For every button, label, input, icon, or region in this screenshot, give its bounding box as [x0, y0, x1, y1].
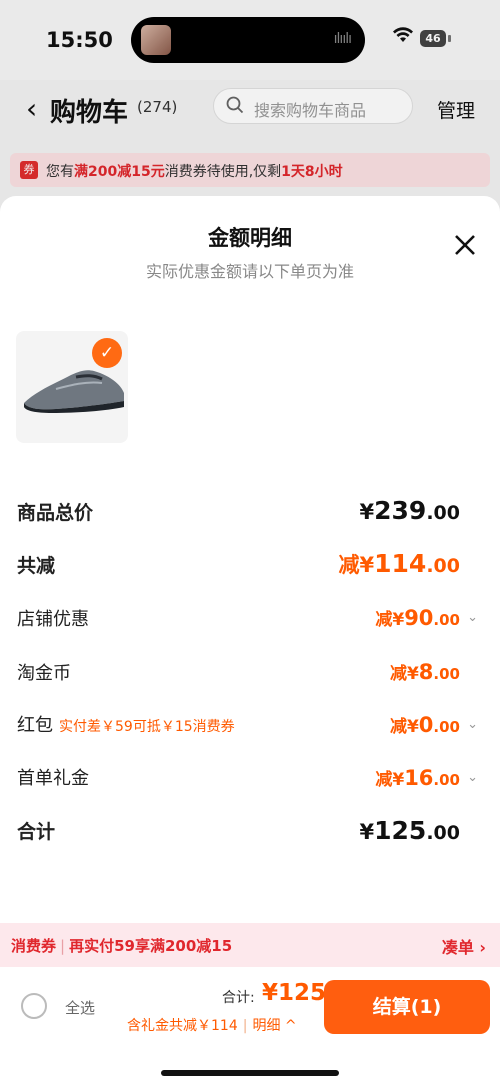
row-label-red-packet: 红包 实付差￥59可抵￥15消费券 [17, 715, 235, 736]
checkout-bar: 全选 合计: ¥125 含礼金共减￥114 | 明细 ^ 结算(1) [0, 967, 500, 1087]
row-amount-first-order[interactable]: 减¥16.00 [375, 765, 460, 790]
chevron-down-icon[interactable]: ⌄ [467, 770, 478, 785]
row-amount-subtotal: ¥239.00 [359, 496, 460, 525]
coupon-promo-bar[interactable]: 消费券 | 再实付59享满200减15 凑单 › [0, 923, 500, 967]
select-all-radio[interactable] [21, 993, 47, 1019]
checkout-button[interactable]: 结算(1) [324, 980, 490, 1034]
row-label-total: 合计 [17, 821, 56, 843]
select-all-label[interactable]: 全选 [65, 997, 95, 1018]
row-amount-taojinbi: 减¥8.00 [389, 660, 460, 684]
coupon-promo-text: 消费券 | 再实付59享满200减15 [11, 937, 233, 955]
chevron-down-icon[interactable]: ⌄ [467, 717, 478, 732]
home-indicator [161, 1070, 339, 1076]
chevron-down-icon[interactable]: ⌄ [467, 610, 478, 625]
row-label-total-discount: 共减 [17, 555, 56, 577]
row-amount-red-packet[interactable]: 减¥0.00 [390, 712, 460, 737]
sheet-subtitle: 实际优惠金额请以下单页为准 [145, 262, 354, 281]
close-icon[interactable] [452, 232, 478, 258]
add-items-link[interactable]: 凑单 › [442, 934, 486, 958]
chevron-up-icon: ^ [280, 1018, 297, 1034]
checkmark-icon[interactable]: ✓ [92, 338, 122, 368]
discount-summary[interactable]: 含礼金共减￥114 | 明细 ^ [127, 1015, 297, 1035]
total-value: ¥125 [262, 980, 327, 1006]
row-amount-store-discount[interactable]: 减¥90.00 [375, 605, 460, 630]
row-label-first-order: 首单礼金 [17, 768, 89, 789]
row-amount-total: ¥125.00 [359, 816, 460, 845]
sheet-title: 金额明细 [208, 226, 292, 250]
red-packet-note: 实付差￥59可抵￥15消费券 [59, 719, 235, 735]
row-amount-total-discount: 减¥114.00 [338, 549, 460, 578]
total-label: 合计: [222, 990, 255, 1006]
detail-link: 明细 [252, 1018, 281, 1034]
row-label-taojinbi: 淘金币 [17, 663, 71, 684]
row-label-store-discount: 店铺优惠 [17, 609, 89, 630]
row-label-subtotal: 商品总价 [17, 502, 94, 524]
